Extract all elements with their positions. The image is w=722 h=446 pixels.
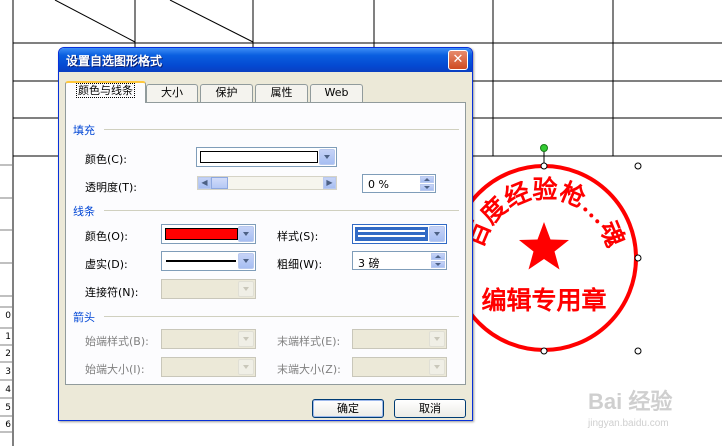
transparency-input[interactable]: 0 % — [362, 174, 436, 193]
tab-label: 大小 — [161, 86, 183, 99]
section-divider — [104, 129, 459, 130]
spinner[interactable] — [431, 253, 445, 268]
dash-label: 虚实(D): — [85, 258, 128, 271]
end-size-label: 末端大小(Z): — [277, 363, 341, 376]
line-section-title: 线条 — [73, 205, 95, 218]
section-divider — [104, 210, 459, 211]
fill-color-dropdown[interactable] — [196, 147, 337, 167]
begin-style-label: 始端样式(B): — [85, 335, 149, 348]
chevron-down-icon — [238, 359, 254, 375]
fill-color-label: 颜色(C): — [85, 153, 127, 166]
format-autoshape-dialog: 设置自选图形格式 ✕ 颜色与线条 大小 保护 属性 Web 填充 颜色(C): … — [58, 47, 473, 421]
line-color-label: 颜色(O): — [85, 230, 128, 243]
tab-size[interactable]: 大小 — [146, 84, 198, 102]
tab-label: 颜色与线条 — [76, 83, 135, 98]
transparency-label: 透明度(T): — [85, 181, 138, 194]
spinner[interactable] — [420, 176, 434, 191]
close-icon: ✕ — [452, 52, 464, 67]
tab-label: 属性 — [270, 86, 293, 99]
fill-color-swatch — [200, 151, 318, 163]
dash-dropdown[interactable] — [161, 251, 256, 271]
cancel-button[interactable]: 取消 — [394, 399, 466, 418]
stamp-center-text: 编辑专用章 — [481, 286, 606, 315]
transparency-slider[interactable]: ◀ ▶ — [197, 176, 337, 190]
dash-preview — [166, 260, 236, 262]
end-size-dropdown — [352, 357, 447, 377]
resize-handle — [634, 347, 642, 355]
connector-label: 连接符(N): — [85, 286, 139, 299]
star-icon — [519, 222, 569, 270]
begin-style-dropdown — [161, 329, 256, 349]
chevron-down-icon — [429, 331, 445, 347]
resize-handle — [540, 162, 548, 170]
chevron-down-icon[interactable] — [319, 149, 335, 165]
chevron-down-icon — [429, 359, 445, 375]
tab-protection[interactable]: 保护 — [200, 84, 253, 102]
chevron-down-icon[interactable] — [238, 226, 254, 242]
tab-label: 保护 — [215, 86, 238, 99]
title-bar[interactable]: 设置自选图形格式 ✕ — [59, 48, 472, 72]
spin-down-icon[interactable] — [420, 184, 434, 191]
tab-colors-and-lines[interactable]: 颜色与线条 — [65, 81, 146, 103]
rotate-handle — [540, 144, 548, 152]
end-style-label: 末端样式(E): — [277, 335, 341, 348]
chevron-down-icon[interactable] — [238, 253, 254, 269]
weight-input[interactable]: 3 磅 — [352, 251, 447, 270]
close-button[interactable]: ✕ — [448, 50, 468, 70]
line-style-dropdown[interactable] — [352, 224, 447, 244]
resize-handle — [540, 347, 548, 355]
spin-up-icon[interactable] — [420, 176, 434, 183]
begin-size-dropdown — [161, 357, 256, 377]
line-style-label: 样式(S): — [277, 230, 319, 243]
weight-label: 粗细(W): — [277, 258, 323, 271]
tab-properties[interactable]: 属性 — [255, 84, 308, 102]
spin-down-icon[interactable] — [431, 261, 445, 268]
end-style-dropdown — [352, 329, 447, 349]
section-divider — [104, 316, 459, 317]
watermark-url: jingyan.baidu.com — [587, 418, 669, 429]
ok-button[interactable]: 确定 — [312, 399, 384, 418]
arrows-section-title: 箭头 — [73, 311, 95, 324]
weight-value: 3 磅 — [358, 257, 380, 270]
chevron-down-icon — [238, 331, 254, 347]
resize-handle — [634, 254, 642, 262]
slider-right-icon[interactable]: ▶ — [323, 177, 336, 189]
spin-up-icon[interactable] — [431, 253, 445, 260]
begin-size-label: 始端大小(I): — [85, 363, 145, 376]
dialog-title: 设置自选图形格式 — [66, 54, 163, 68]
slider-thumb[interactable] — [211, 177, 228, 189]
line-color-swatch — [165, 228, 238, 240]
tab-label: Web — [324, 86, 349, 99]
line-color-dropdown[interactable] — [161, 224, 256, 244]
transparency-value: 0 % — [368, 178, 389, 191]
fill-section-title: 填充 — [73, 124, 95, 137]
line-style-selection — [355, 227, 428, 241]
connector-dropdown — [161, 279, 256, 299]
watermark-brand: Bai 经验 — [588, 389, 672, 414]
chevron-down-icon[interactable] — [429, 226, 445, 242]
resize-handle — [634, 162, 642, 170]
tab-panel: 填充 颜色(C): 透明度(T): ◀ ▶ 0 % 线条 颜色(O): 样式(S… — [65, 102, 466, 385]
chevron-down-icon — [238, 281, 254, 297]
slider-left-icon[interactable]: ◀ — [198, 177, 211, 189]
tab-web[interactable]: Web — [310, 84, 363, 102]
